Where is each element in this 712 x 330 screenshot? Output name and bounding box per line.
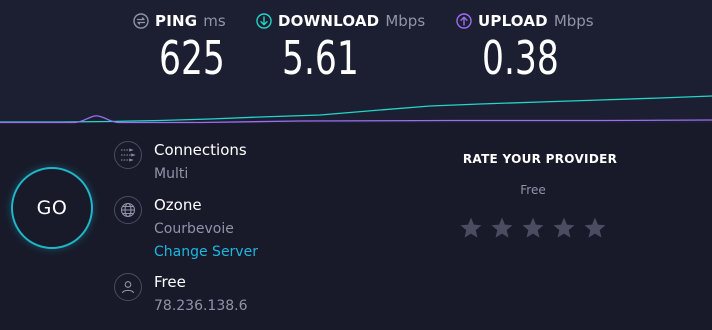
star-icon[interactable] — [521, 216, 545, 240]
download-label: DOWNLOAD — [278, 12, 380, 30]
speedtest-result-panel: PING ms 625 DOWNLOAD Mbps 5.61 UPLOAD Mb… — [0, 0, 712, 330]
go-button[interactable]: GO — [11, 167, 93, 249]
globe-icon — [114, 196, 142, 224]
speed-graph — [0, 95, 712, 124]
ping-unit: ms — [203, 12, 226, 30]
star-icon[interactable] — [459, 216, 483, 240]
upload-metric: UPLOAD Mbps 0.38 — [456, 10, 594, 81]
connections-title: Connections — [154, 141, 247, 159]
rating-stars — [459, 216, 614, 240]
change-server-link[interactable]: Change Server — [154, 244, 258, 260]
ping-value: 625 — [159, 31, 225, 85]
user-icon — [114, 273, 142, 301]
upload-arrow-icon — [456, 13, 472, 29]
download-unit: Mbps — [385, 12, 426, 30]
upload-value: 0.38 — [482, 31, 559, 85]
upload-label: UPLOAD — [478, 12, 548, 30]
server-location: Courbevoie — [154, 221, 234, 237]
connections-value[interactable]: Multi — [154, 166, 188, 182]
ping-icon — [133, 13, 149, 29]
upload-header: UPLOAD Mbps — [456, 10, 594, 32]
download-metric: DOWNLOAD Mbps 5.61 — [256, 10, 425, 81]
download-arrow-icon — [256, 13, 272, 29]
rate-provider-title: RATE YOUR PROVIDER — [462, 152, 618, 166]
ping-label: PING — [155, 12, 198, 30]
upload-unit: Mbps — [553, 12, 594, 30]
download-speed-line — [0, 95, 712, 123]
ping-metric: PING ms 625 — [133, 10, 226, 81]
rate-provider-name: Free — [520, 183, 546, 197]
isp-name: Free — [154, 273, 186, 291]
server-name: Ozone — [154, 196, 202, 214]
download-value: 5.61 — [282, 31, 359, 85]
connections-icon — [114, 141, 142, 169]
isp-ip-address: 78.236.138.6 — [154, 298, 248, 314]
go-button-label: GO — [36, 197, 68, 219]
download-header: DOWNLOAD Mbps — [256, 10, 425, 32]
ping-header: PING ms — [133, 10, 226, 32]
star-icon[interactable] — [583, 216, 607, 240]
star-icon[interactable] — [552, 216, 576, 240]
star-icon[interactable] — [490, 216, 514, 240]
